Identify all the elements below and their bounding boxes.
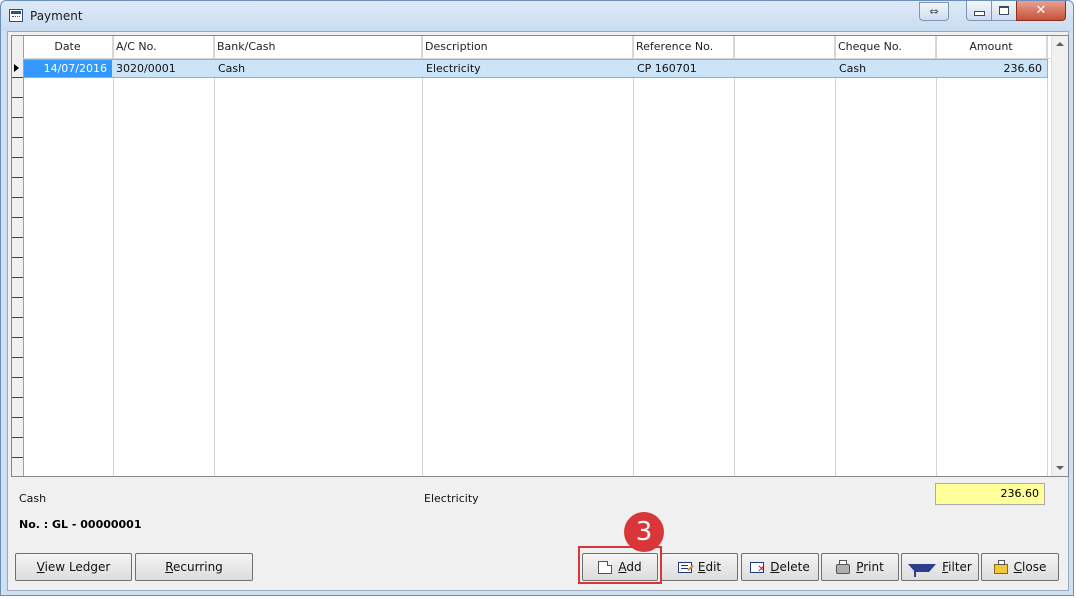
cell-amount[interactable]: 236.60: [936, 61, 1046, 77]
cell-ac-no[interactable]: 3020/0001: [113, 61, 214, 77]
delete-button[interactable]: Delete: [741, 553, 819, 581]
column-header-bank-cash[interactable]: Bank/Cash: [214, 36, 422, 58]
row-header-tick: [12, 237, 23, 238]
current-row-pointer-icon: [14, 64, 19, 72]
title-bar: Payment ⇔ ✕: [1, 1, 1073, 31]
filter-funnel-icon: [908, 564, 937, 577]
row-header-tick: [12, 197, 23, 198]
footer-description: Electricity: [424, 492, 479, 505]
column-divider: [214, 36, 215, 476]
payment-window: Payment ⇔ ✕ Date A/C No. Bank/Cash Descr…: [0, 0, 1074, 596]
column-header-ac-no[interactable]: A/C No.: [113, 36, 214, 58]
step-number-badge: 3: [624, 512, 664, 552]
row-header-tick: [12, 397, 23, 398]
table-window-icon: [9, 9, 23, 22]
client-area: Date A/C No. Bank/Cash Description Refer…: [7, 31, 1069, 591]
column-header-date[interactable]: Date: [23, 36, 113, 58]
row-header-tick: [12, 137, 23, 138]
window-title: Payment: [30, 9, 83, 23]
cell-date[interactable]: 14/07/2016: [24, 60, 112, 77]
row-header-tick: [12, 457, 23, 458]
row-header-tick: [12, 377, 23, 378]
view-ledger-label: View Ledger: [36, 560, 111, 574]
scroll-down-icon[interactable]: [1056, 466, 1064, 470]
document-number: No. : GL - 00000001: [19, 518, 142, 531]
edit-button[interactable]: Edit: [661, 553, 738, 581]
scroll-up-icon[interactable]: [1056, 42, 1064, 46]
delete-record-icon: [750, 561, 766, 575]
column-divider: [422, 36, 423, 476]
edit-label: Edit: [697, 560, 722, 574]
close-button[interactable]: Close: [981, 553, 1059, 581]
column-header-description[interactable]: Description: [422, 36, 633, 58]
column-header-blank[interactable]: [734, 36, 835, 58]
row-header-column: [12, 36, 24, 476]
footer-bank-cash: Cash: [19, 492, 47, 505]
column-header-amount[interactable]: Amount: [936, 36, 1047, 58]
row-header-tick: [12, 97, 23, 98]
row-header-tick: [12, 437, 23, 438]
recurring-label: Recurring: [165, 560, 223, 574]
filter-label: Filter: [942, 560, 972, 574]
column-divider: [113, 36, 114, 476]
print-button[interactable]: Print: [821, 553, 899, 581]
cell-cheque-no[interactable]: Cash: [835, 61, 936, 77]
add-button[interactable]: Add: [582, 553, 658, 581]
maximize-button[interactable]: [991, 1, 1017, 21]
column-divider: [734, 36, 735, 476]
print-label: Print: [856, 560, 884, 574]
filter-button[interactable]: Filter: [901, 553, 979, 581]
close-label: Close: [1013, 560, 1047, 574]
column-header-cheque-no[interactable]: Cheque No.: [835, 36, 936, 58]
delete-label: Delete: [770, 560, 810, 574]
view-ledger-button[interactable]: View Ledger: [15, 553, 132, 581]
column-header-reference-no[interactable]: Reference No.: [633, 36, 734, 58]
row-header-tick: [12, 297, 23, 298]
cell-bank-cash[interactable]: Cash: [214, 61, 422, 77]
close-window-button[interactable]: ✕: [1016, 1, 1066, 21]
edit-record-icon: [677, 561, 692, 573]
row-header-tick: [12, 277, 23, 278]
row-header-tick: [12, 317, 23, 318]
row-header-tick: [12, 77, 23, 78]
column-divider: [633, 36, 634, 476]
vertical-scrollbar[interactable]: [1051, 36, 1068, 476]
add-label: Add: [618, 560, 642, 574]
new-document-icon: [598, 560, 613, 574]
column-divider: [936, 36, 937, 476]
cell-blank[interactable]: [734, 61, 835, 77]
row-header-tick: [12, 217, 23, 218]
cell-description[interactable]: Electricity: [422, 61, 633, 77]
column-divider: [835, 36, 836, 476]
total-amount-field: 236.60: [935, 483, 1045, 505]
maximize-icon: [999, 6, 1009, 15]
cell-reference-no[interactable]: CP 160701: [633, 61, 734, 77]
folder-close-icon: [993, 559, 1008, 574]
row-header-tick: [12, 357, 23, 358]
minimize-icon: [973, 11, 985, 16]
row-header-tick: [12, 157, 23, 158]
recurring-button[interactable]: Recurring: [135, 553, 253, 581]
payment-grid[interactable]: Date A/C No. Bank/Cash Description Refer…: [11, 35, 1069, 477]
column-divider: [1047, 36, 1048, 476]
row-header-tick: [12, 337, 23, 338]
printer-icon: [836, 559, 851, 574]
row-header-tick: [12, 117, 23, 118]
row-header-tick: [12, 257, 23, 258]
resize-arrows-button[interactable]: ⇔: [919, 2, 949, 21]
row-header-tick: [12, 177, 23, 178]
minimize-button[interactable]: [966, 1, 992, 21]
row-header-tick: [12, 417, 23, 418]
